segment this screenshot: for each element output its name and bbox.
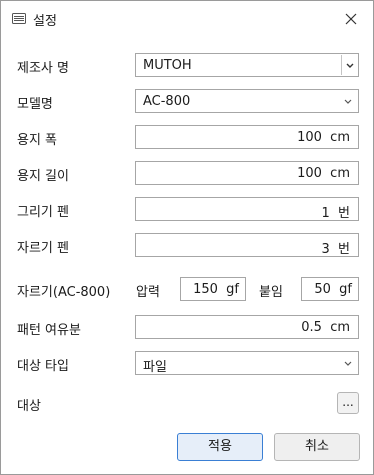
cut-pen-field[interactable]: 3 번 (135, 233, 359, 257)
draw-pen-field[interactable]: 1 번 (135, 197, 359, 221)
chevron-down-icon (344, 99, 352, 104)
paper-width-field[interactable]: 100 cm (135, 125, 359, 149)
adhesion-field[interactable]: 50 gf (301, 277, 359, 301)
paper-width-value: 100 cm (297, 130, 350, 145)
cut-settings-label: 자르기(AC-800) (17, 285, 111, 300)
dialog-title: 설정 (33, 14, 57, 29)
manufacturer-label: 제조사 명 (17, 61, 69, 76)
pressure-value: 150 gf (193, 282, 239, 297)
paper-length-field[interactable]: 100 cm (135, 161, 359, 185)
pressure-field[interactable]: 150 gf (180, 277, 246, 301)
chevron-down-icon (346, 63, 354, 68)
window-icon (12, 13, 26, 24)
browse-button[interactable]: ... (337, 392, 359, 414)
chevron-down-icon (344, 361, 352, 366)
target-label: 대상 (17, 399, 41, 414)
cut-pen-value: 3 번 (321, 242, 351, 257)
pattern-margin-value: 0.5 cm (301, 320, 350, 335)
paper-length-value: 100 cm (297, 166, 350, 181)
draw-pen-value: 1 번 (321, 206, 351, 221)
target-type-select[interactable]: 파일 (135, 351, 359, 375)
adhesion-value: 50 gf (314, 282, 352, 297)
model-value: AC-800 (143, 94, 191, 109)
manufacturer-select[interactable]: MUTOH (135, 53, 359, 77)
pressure-label: 압력 (136, 285, 160, 300)
pattern-margin-label: 패턴 여유분 (17, 323, 81, 338)
target-type-value: 파일 (143, 360, 167, 375)
cut-pen-label: 자르기 펜 (17, 241, 69, 256)
apply-button[interactable]: 적용 (177, 433, 263, 461)
pattern-margin-field[interactable]: 0.5 cm (135, 315, 359, 339)
paper-width-label: 용지 폭 (17, 133, 58, 148)
manufacturer-value: MUTOH (143, 58, 192, 73)
draw-pen-label: 그리기 펜 (17, 205, 69, 220)
settings-dialog: 설정 제조사 명 MUTOH 모델명 AC-800 용지 폭 100 cm 용지… (0, 0, 374, 475)
adhesion-label: 붙임 (259, 285, 283, 300)
model-label: 모델명 (17, 97, 53, 112)
model-select[interactable]: AC-800 (135, 89, 359, 113)
paper-length-label: 용지 길이 (17, 169, 69, 184)
close-icon[interactable] (341, 9, 361, 29)
manufacturer-dropdown-button[interactable] (341, 55, 357, 75)
target-type-label: 대상 타입 (17, 359, 69, 374)
cancel-button[interactable]: 취소 (274, 433, 360, 461)
title-bar: 설정 (1, 1, 373, 37)
